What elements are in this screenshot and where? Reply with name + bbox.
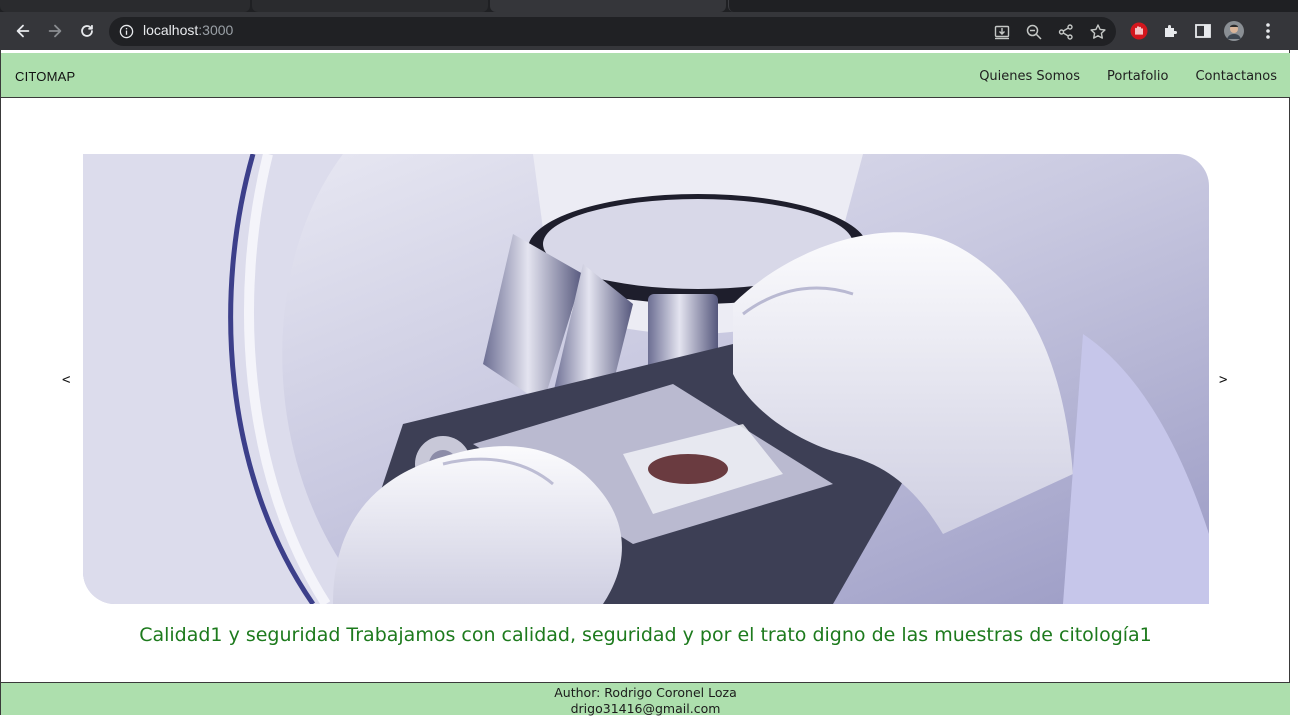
extension-red-icon[interactable] bbox=[1129, 21, 1149, 41]
microscope-lab-photo bbox=[83, 154, 1209, 604]
url-text[interactable]: localhost:3000 bbox=[143, 22, 233, 38]
carousel-prev-button[interactable]: < bbox=[62, 372, 70, 388]
image-carousel: < > bbox=[1, 154, 1290, 604]
site-footer: Author: Rodrigo Coronel Loza drigo31416@… bbox=[1, 682, 1290, 716]
nav-link-contactanos[interactable]: Contactanos bbox=[1195, 69, 1277, 84]
share-icon[interactable] bbox=[1057, 23, 1075, 41]
footer-author: Author: Rodrigo Coronel Loza bbox=[554, 685, 737, 700]
carousel-slide-image bbox=[83, 154, 1209, 604]
site-navbar: CITOMAP Quienes Somos Portafolio Contact… bbox=[1, 53, 1290, 98]
slide-caption: Calidad1 y seguridad Trabajamos con cali… bbox=[139, 624, 1152, 646]
site-info-icon[interactable] bbox=[119, 24, 134, 39]
browser-tab[interactable] bbox=[728, 0, 1298, 12]
zoom-icon[interactable] bbox=[1025, 23, 1043, 41]
brand-logo-text[interactable]: CITOMAP bbox=[15, 69, 75, 84]
nav-link-quienes-somos[interactable]: Quienes Somos bbox=[979, 69, 1080, 84]
install-icon[interactable] bbox=[993, 23, 1011, 41]
tab-strip bbox=[0, 0, 1298, 12]
browser-tab[interactable] bbox=[252, 0, 488, 12]
puzzle-icon[interactable] bbox=[1161, 21, 1181, 41]
reload-icon[interactable] bbox=[76, 20, 98, 42]
profile-avatar[interactable] bbox=[1224, 21, 1244, 41]
menu-kebab-icon[interactable] bbox=[1258, 21, 1278, 41]
nav-links: Quienes Somos Portafolio Contactanos bbox=[979, 69, 1277, 84]
nav-link-portafolio[interactable]: Portafolio bbox=[1107, 69, 1168, 84]
page-gutter bbox=[1290, 50, 1298, 715]
page-viewport: CITOMAP Quienes Somos Portafolio Contact… bbox=[0, 50, 1290, 716]
address-bar[interactable]: localhost:3000 bbox=[109, 17, 1116, 46]
browser-tab-active[interactable] bbox=[490, 0, 726, 12]
browser-toolbar: localhost:3000 bbox=[0, 12, 1298, 50]
back-icon[interactable] bbox=[12, 20, 34, 42]
bookmark-star-icon[interactable] bbox=[1089, 23, 1107, 41]
forward-icon[interactable] bbox=[44, 20, 66, 42]
carousel-next-button[interactable]: > bbox=[1219, 372, 1227, 388]
browser-tab[interactable] bbox=[0, 0, 250, 12]
side-panel-icon[interactable] bbox=[1193, 21, 1213, 41]
